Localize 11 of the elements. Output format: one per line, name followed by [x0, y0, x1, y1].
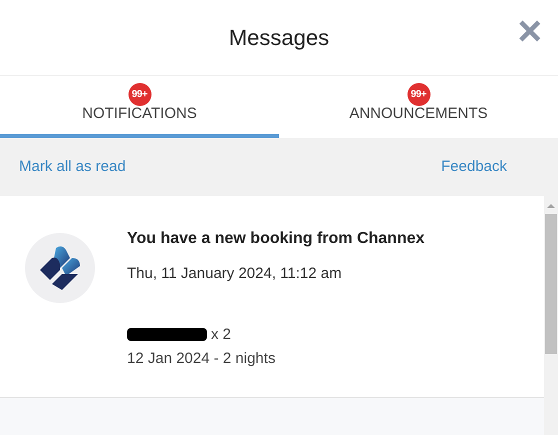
window-title: Messages	[228, 24, 330, 52]
notification-card[interactable]: You have a new booking from Channex Thu, 11 January 2024, 11:12 am x 2 12 Jan 2024 - 2 nights	[0, 196, 544, 398]
tab[interactable]: 99+ ANNOUNCEMENTS	[279, 76, 558, 138]
guest-count: x 2	[211, 324, 232, 344]
scroll-thumb[interactable]	[545, 214, 557, 354]
count-badge: 99+	[407, 83, 430, 106]
stay-dates: 12 Jan 2024 - 2 nights	[127, 349, 276, 369]
count-badge: 99+	[128, 83, 151, 106]
notification-time: Thu, 11 January 2024, 11:12 am	[127, 264, 343, 284]
scroll-up-icon[interactable]	[546, 202, 556, 210]
notification-title: You have a new booking from Channex	[127, 229, 425, 249]
